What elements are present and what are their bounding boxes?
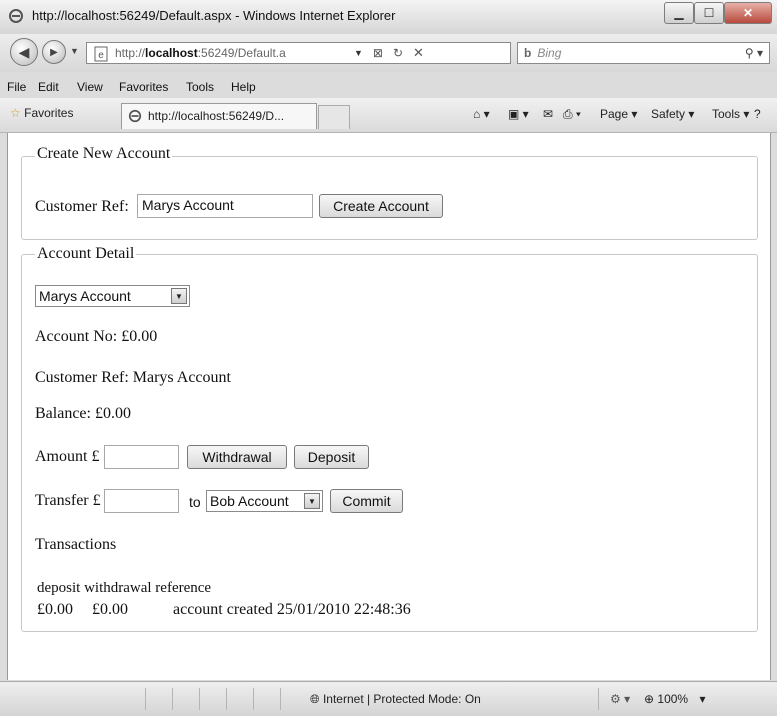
commit-button[interactable]: Commit [330,489,403,513]
recent-pages-dropdown-icon[interactable]: ▼ [70,46,79,56]
search-icon[interactable]: ⚲ ▾ [745,46,763,60]
minimize-icon: ▁ [674,6,684,20]
bing-logo-icon: b [524,46,532,60]
zoom-control[interactable]: ⊕ 100% ▾ [644,692,705,706]
menu-favorites[interactable]: Favorites [119,80,168,94]
page-menu[interactable]: Page ▾ [600,107,637,121]
tab-current[interactable]: http://localhost:56249/D... [121,103,317,129]
account-detail-fieldset [21,254,758,632]
menu-view[interactable]: View [77,80,103,94]
favorites-bar: ☆ Favorites http://localhost:56249/D... … [0,98,777,133]
zoom-dropdown-icon: ▾ [699,692,706,706]
deposit-button[interactable]: Deposit [294,445,369,469]
compatibility-icon[interactable]: ⊠ [373,46,383,60]
chevron-down-icon: ▼ [304,493,320,509]
zoom-level: 100% [657,692,689,706]
security-zone[interactable]: 🌐︎ Internet | Protected Mode: On [310,692,481,707]
page-content: Create New Account Customer Ref: Marys A… [7,133,771,680]
print-icon[interactable]: ⎙ ▾ [563,107,581,122]
tab-page-icon [128,109,142,123]
transfer-to-label: to [189,494,201,510]
status-divider [172,688,173,710]
favorites-button[interactable]: ☆ Favorites [10,106,73,120]
help-icon[interactable]: ? [754,107,761,121]
mail-icon[interactable]: ✉ [543,107,553,121]
status-bar: 🌐︎ Internet | Protected Mode: On ⚙ ▾ ⊕ 1… [0,681,777,716]
transfer-input[interactable] [104,489,179,513]
address-url: http://localhost:56249/Default.a [115,46,286,60]
transaction-withdrawal: £0.00 [92,601,128,618]
address-input[interactable]: e http://localhost:56249/Default.a ▼ ⊠ ↻… [86,42,511,64]
new-tab-button[interactable] [318,105,350,129]
transfer-target-select[interactable]: Bob Account ▼ [206,490,323,512]
account-select-value: Marys Account [39,288,131,304]
chevron-down-icon: ▼ [171,288,187,304]
transaction-reference: account created 25/01/2010 22:48:36 [173,601,411,618]
create-account-legend: Create New Account [35,145,173,163]
withdrawal-button[interactable]: Withdrawal [187,445,287,469]
svg-text:e: e [98,50,104,61]
close-button[interactable]: ✕ [724,2,772,24]
menu-edit[interactable]: Edit [38,80,59,94]
search-input[interactable]: b Bing ⚲ ▾ [517,42,770,64]
safety-menu[interactable]: Safety ▾ [651,107,694,121]
status-divider [145,688,146,710]
amount-input[interactable] [104,445,179,469]
account-select[interactable]: Marys Account ▼ [35,285,190,307]
amount-label: Amount £ [35,448,100,465]
transaction-deposit: £0.00 [37,601,73,618]
transactions-table: deposit withdrawal reference £0.00 £0.00… [37,580,411,623]
customer-ref-label: Customer Ref: [35,198,129,215]
menu-bar: File Edit View Favorites Tools Help [0,78,777,98]
globe-icon: 🌐︎ [310,692,320,706]
zoom-icon: ⊕ [644,692,655,706]
address-toolbar: ◀ ▶ ▼ e http://localhost:56249/Default.a… [0,34,777,72]
title-bar: http://localhost:56249/Default.aspx - Wi… [0,0,777,35]
stop-icon[interactable]: ✕ [413,45,424,61]
refresh-icon[interactable]: ↻ [393,46,403,60]
internet-explorer-icon [9,9,23,23]
page-icon: e [94,46,108,62]
balance: Balance: £0.00 [35,405,131,422]
forward-arrow-icon: ▶ [50,46,58,58]
customer-ref-detail: Customer Ref: Marys Account [35,369,231,386]
forward-button[interactable]: ▶ [42,40,66,64]
status-divider [226,688,227,710]
table-row: £0.00 £0.00 account created 25/01/2010 2… [37,601,411,623]
home-icon[interactable]: ⌂ ▾ [473,107,490,121]
close-icon: ✕ [742,6,754,20]
back-arrow-icon: ◀ [18,43,30,60]
tools-menu[interactable]: Tools ▾ [712,107,749,121]
protected-mode-icon[interactable]: ⚙ ▾ [610,692,630,706]
security-zone-label: Internet | Protected Mode: On [322,692,481,706]
menu-tools[interactable]: Tools [186,80,214,94]
feeds-icon[interactable]: ▣ ▾ [508,107,529,121]
status-divider [280,688,281,710]
transfer-label: Transfer £ [35,492,101,509]
favorites-label: Favorites [24,106,74,120]
browser-window: http://localhost:56249/Default.aspx - Wi… [0,0,777,716]
window-title: http://localhost:56249/Default.aspx - Wi… [32,8,396,23]
tab-title: http://localhost:56249/D... [148,109,285,123]
account-number: Account No: £0.00 [35,328,158,345]
minimize-button[interactable]: ▁ [664,2,694,24]
status-divider [199,688,200,710]
menu-file[interactable]: File [7,80,26,94]
back-button[interactable]: ◀ [10,38,38,66]
transactions-heading: Transactions [35,536,117,553]
transfer-target-value: Bob Account [210,493,289,509]
address-dropdown-icon[interactable]: ▼ [354,48,363,58]
favorites-star-icon: ☆ [10,106,21,120]
search-placeholder: Bing [537,46,562,60]
transactions-header-row: deposit withdrawal reference [37,580,212,596]
menu-help[interactable]: Help [231,80,256,94]
maximize-icon: ☐ [703,6,715,20]
account-detail-legend: Account Detail [35,245,137,263]
status-divider [598,688,599,710]
create-account-button[interactable]: Create Account [319,194,443,218]
status-divider [253,688,254,710]
customer-ref-input[interactable]: Marys Account [137,194,313,218]
maximize-button[interactable]: ☐ [694,2,724,24]
